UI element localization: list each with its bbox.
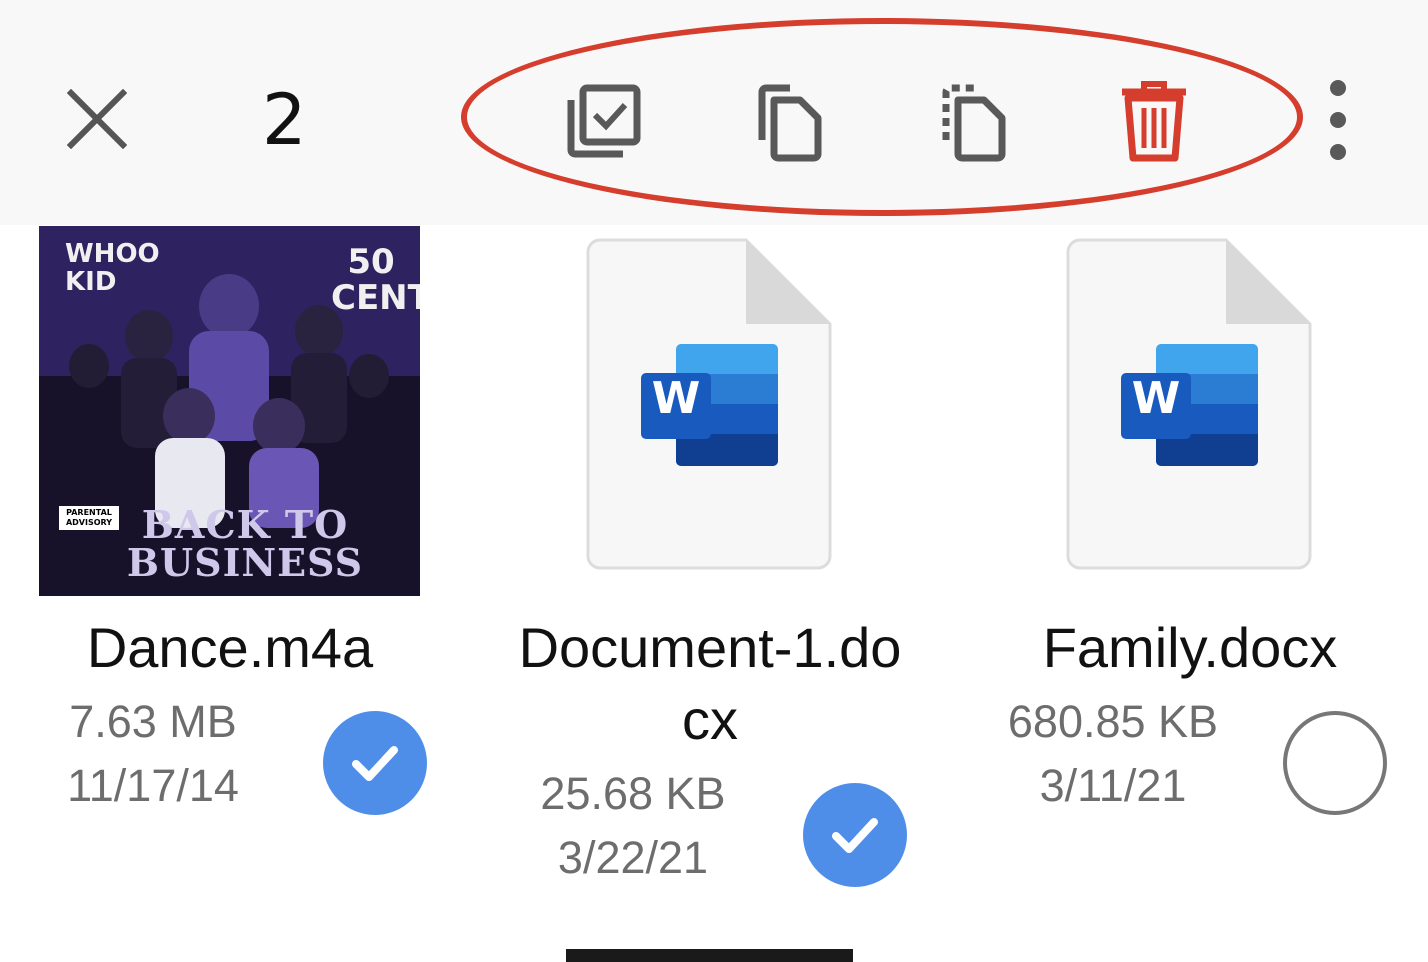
word-letter-icon: W — [651, 373, 701, 424]
album-advisory-label: PARENTAL ADVISORY — [59, 506, 119, 530]
file-date: 3/11/21 — [1039, 760, 1187, 811]
album-title-text: BACK TO BUSINESS — [126, 502, 364, 585]
word-document-thumbnail[interactable]: W — [1066, 238, 1312, 570]
file-size: 7.63 MB — [69, 696, 237, 747]
copy-button[interactable] — [738, 72, 834, 168]
next-item-thumbnail-peek[interactable] — [566, 949, 853, 962]
word-letter-icon: W — [1131, 373, 1181, 424]
selected-count: 2 — [262, 79, 307, 161]
close-icon — [67, 89, 127, 149]
delete-icon — [1122, 81, 1186, 162]
more-vertical-icon — [1330, 80, 1346, 96]
selection-toolbar: 2 — [0, 0, 1428, 225]
file-name[interactable]: Family.docx — [990, 612, 1390, 684]
select-all-button[interactable] — [555, 72, 651, 168]
move-button[interactable] — [922, 72, 1018, 168]
file-name-line-1[interactable]: Document-1.do — [490, 612, 930, 684]
file-name-line-2[interactable]: cx — [490, 684, 930, 756]
select-all-icon — [567, 84, 641, 158]
file-date: 3/22/21 — [557, 832, 709, 883]
album-top-right-text: 50 CENT — [331, 242, 420, 318]
copy-icon — [758, 84, 822, 162]
selection-checkbox-unchecked[interactable] — [1283, 711, 1387, 815]
album-art-thumbnail[interactable]: WHOO KID 50 CENT PARENTAL ADVISORY BACK … — [39, 226, 420, 596]
more-options-button[interactable] — [1308, 72, 1368, 168]
close-selection-button[interactable] — [58, 80, 136, 158]
file-name[interactable]: Dance.m4a — [30, 612, 430, 684]
selection-checkbox-checked[interactable] — [803, 783, 907, 887]
album-top-left-text: WHOO KID — [65, 239, 160, 297]
word-document-thumbnail[interactable]: W — [586, 238, 832, 570]
file-size: 25.68 KB — [540, 768, 726, 819]
delete-button[interactable] — [1106, 72, 1202, 168]
file-date: 11/17/14 — [67, 760, 239, 811]
file-size: 680.85 KB — [1007, 696, 1219, 747]
checkmark-icon — [832, 818, 878, 853]
checkmark-icon — [352, 746, 398, 781]
move-icon — [942, 84, 1006, 162]
selection-checkbox-checked[interactable] — [323, 711, 427, 815]
